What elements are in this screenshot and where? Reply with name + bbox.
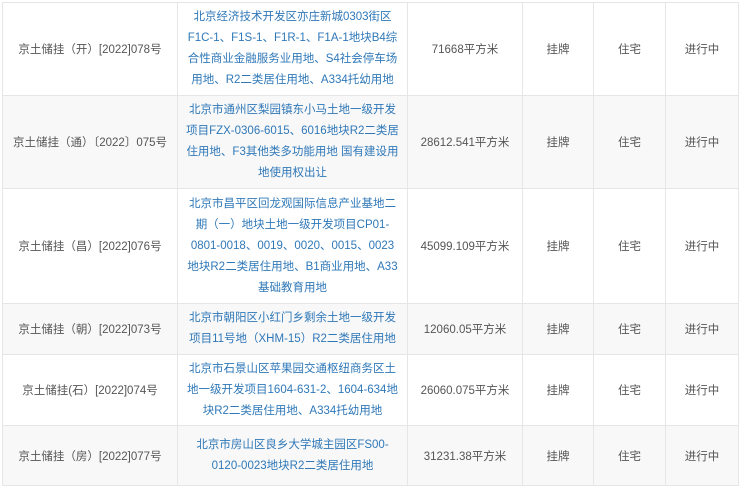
table-row: 京土储挂（开）[2022]078号 北京经济技术开发区亦庄新城0303街区F1C-… [2, 2, 739, 96]
parcel-code: 京土储挂（通）〔2022〕075号 [12, 137, 168, 149]
parcel-code-cell: 京土储挂（房）[2022]077号 [2, 425, 178, 486]
parcel-area: 26060.075平方米 [420, 385, 510, 397]
land-use-cell: 住宅 [593, 425, 666, 486]
transfer-method: 挂牌 [546, 44, 570, 56]
parcel-area: 71668平方米 [431, 44, 499, 56]
parcel-code-cell: 京土储挂（开）[2022]078号 [2, 2, 178, 96]
land-use: 住宅 [618, 324, 641, 336]
parcel-code-cell: 京土储挂（通）〔2022〕075号 [2, 95, 178, 189]
status-cell: 进行中 [665, 354, 739, 426]
parcel-area: 31231.38平方米 [423, 450, 507, 463]
table-row: 京土储挂(石）[2022]074号 北京市石景山区苹果园交通枢纽商务区土地一级开发… [2, 354, 739, 426]
parcel-area-cell: 12060.05平方米 [407, 303, 523, 355]
parcel-area: 28612.541平方米 [420, 137, 510, 149]
transfer-method-cell: 挂牌 [522, 2, 594, 96]
parcel-description-cell: 北京市石景山区苹果园交通枢纽商务区土地一级开发项目1604-631-2、1604… [177, 354, 408, 426]
parcel-description-cell: 北京市房山区良乡大学城主园区FS00-0120-0023地块R2二类居住用地 [177, 425, 408, 486]
transfer-method: 挂牌 [546, 385, 570, 397]
transfer-method-cell: 挂牌 [522, 95, 594, 189]
land-use-cell: 住宅 [593, 95, 666, 189]
parcel-area-cell: 28612.541平方米 [407, 95, 523, 189]
table-row: 京土储挂（通）〔2022〕075号 北京市通州区梨园镇东小马土地一级开发项目FZX… [2, 95, 739, 189]
transfer-method: 挂牌 [546, 137, 570, 149]
parcel-description-cell: 北京市昌平区回龙观国际信息产业基地二期（一）地块土地一级开发项目CP01-080… [177, 188, 408, 304]
status: 进行中 [684, 324, 720, 336]
land-use-cell: 住宅 [593, 188, 666, 304]
status-cell: 进行中 [665, 2, 739, 96]
parcel-code-cell: 京土储挂（朝）[2022]073号 [2, 303, 178, 355]
land-use-cell: 住宅 [593, 2, 666, 96]
parcel-description-cell: 北京市通州区梨园镇东小马土地一级开发项目FZX-0306-6015、6016地块… [177, 95, 408, 189]
parcel-code: 京土储挂(石）[2022]074号 [22, 385, 158, 397]
parcel-code-cell: 京土储挂(石）[2022]074号 [2, 354, 178, 426]
status-cell: 进行中 [665, 188, 739, 304]
status: 进行中 [684, 137, 720, 149]
land-use-cell: 住宅 [593, 354, 666, 426]
land-use: 住宅 [618, 241, 641, 253]
land-use: 住宅 [618, 385, 641, 397]
parcel-code-cell: 京土储挂（昌）[2022]076号 [2, 188, 178, 304]
table-row: 京土储挂（朝）[2022]073号 北京市朝阳区小红门乡剩余土地一级开发项目11号… [2, 303, 739, 355]
parcel-description-link[interactable]: 北京市昌平区回龙观国际信息产业基地二期（一）地块土地一级开发项目CP01-080… [187, 198, 397, 294]
land-use: 住宅 [618, 44, 641, 56]
transfer-method: 挂牌 [546, 324, 570, 336]
status-cell: 进行中 [665, 95, 739, 189]
parcel-area: 12060.05平方米 [423, 324, 507, 336]
parcel-description-link[interactable]: 北京经济技术开发区亦庄新城0303街区F1C-1、F1S-1、F1R-1、F1A… [188, 11, 398, 86]
parcel-code: 京土储挂（房）[2022]077号 [18, 450, 162, 463]
parcel-code: 京土储挂（开）[2022]078号 [18, 44, 162, 56]
transfer-method-cell: 挂牌 [522, 303, 594, 355]
status-cell: 进行中 [665, 425, 739, 486]
parcel-area-cell: 71668平方米 [407, 2, 523, 96]
land-listing-table: 京土储挂（开）[2022]078号 北京经济技术开发区亦庄新城0303街区F1C-… [2, 2, 739, 486]
parcel-area-cell: 45099.109平方米 [407, 188, 523, 304]
parcel-description-cell: 北京经济技术开发区亦庄新城0303街区F1C-1、F1S-1、F1R-1、F1A… [177, 2, 408, 96]
land-use: 住宅 [618, 450, 641, 463]
transfer-method: 挂牌 [546, 241, 570, 253]
land-use-cell: 住宅 [593, 303, 666, 355]
parcel-code: 京土储挂（朝）[2022]073号 [18, 324, 162, 336]
parcel-description-link[interactable]: 北京市朝阳区小红门乡剩余土地一级开发项目11号地（XHM-15）R2二类居住用地 [189, 312, 396, 345]
status: 进行中 [684, 385, 720, 397]
status: 进行中 [684, 44, 720, 56]
table-row: 京土储挂（房）[2022]077号 北京市房山区良乡大学城主园区FS00-0120… [2, 425, 739, 486]
parcel-area-cell: 26060.075平方米 [407, 354, 523, 426]
transfer-method-cell: 挂牌 [522, 425, 594, 486]
table-row: 京土储挂（昌）[2022]076号 北京市昌平区回龙观国际信息产业基地二期（一）地… [2, 188, 739, 304]
parcel-description-link[interactable]: 北京市石景山区苹果园交通枢纽商务区土地一级开发项目1604-631-2、1604… [187, 363, 398, 417]
parcel-area-cell: 31231.38平方米 [407, 425, 523, 486]
parcel-description-cell: 北京市朝阳区小红门乡剩余土地一级开发项目11号地（XHM-15）R2二类居住用地 [177, 303, 408, 355]
transfer-method-cell: 挂牌 [522, 354, 594, 426]
land-use: 住宅 [618, 137, 641, 149]
parcel-description-link[interactable]: 北京市通州区梨园镇东小马土地一级开发项目FZX-0306-6015、6016地块… [186, 104, 399, 179]
transfer-method: 挂牌 [546, 450, 570, 463]
status-cell: 进行中 [665, 303, 739, 355]
parcel-area: 45099.109平方米 [420, 241, 510, 253]
status: 进行中 [684, 450, 720, 463]
status: 进行中 [684, 241, 720, 253]
transfer-method-cell: 挂牌 [522, 188, 594, 304]
parcel-code: 京土储挂（昌）[2022]076号 [18, 241, 162, 253]
parcel-description-link[interactable]: 北京市房山区良乡大学城主园区FS00-0120-0023地块R2二类居住用地 [196, 439, 388, 472]
